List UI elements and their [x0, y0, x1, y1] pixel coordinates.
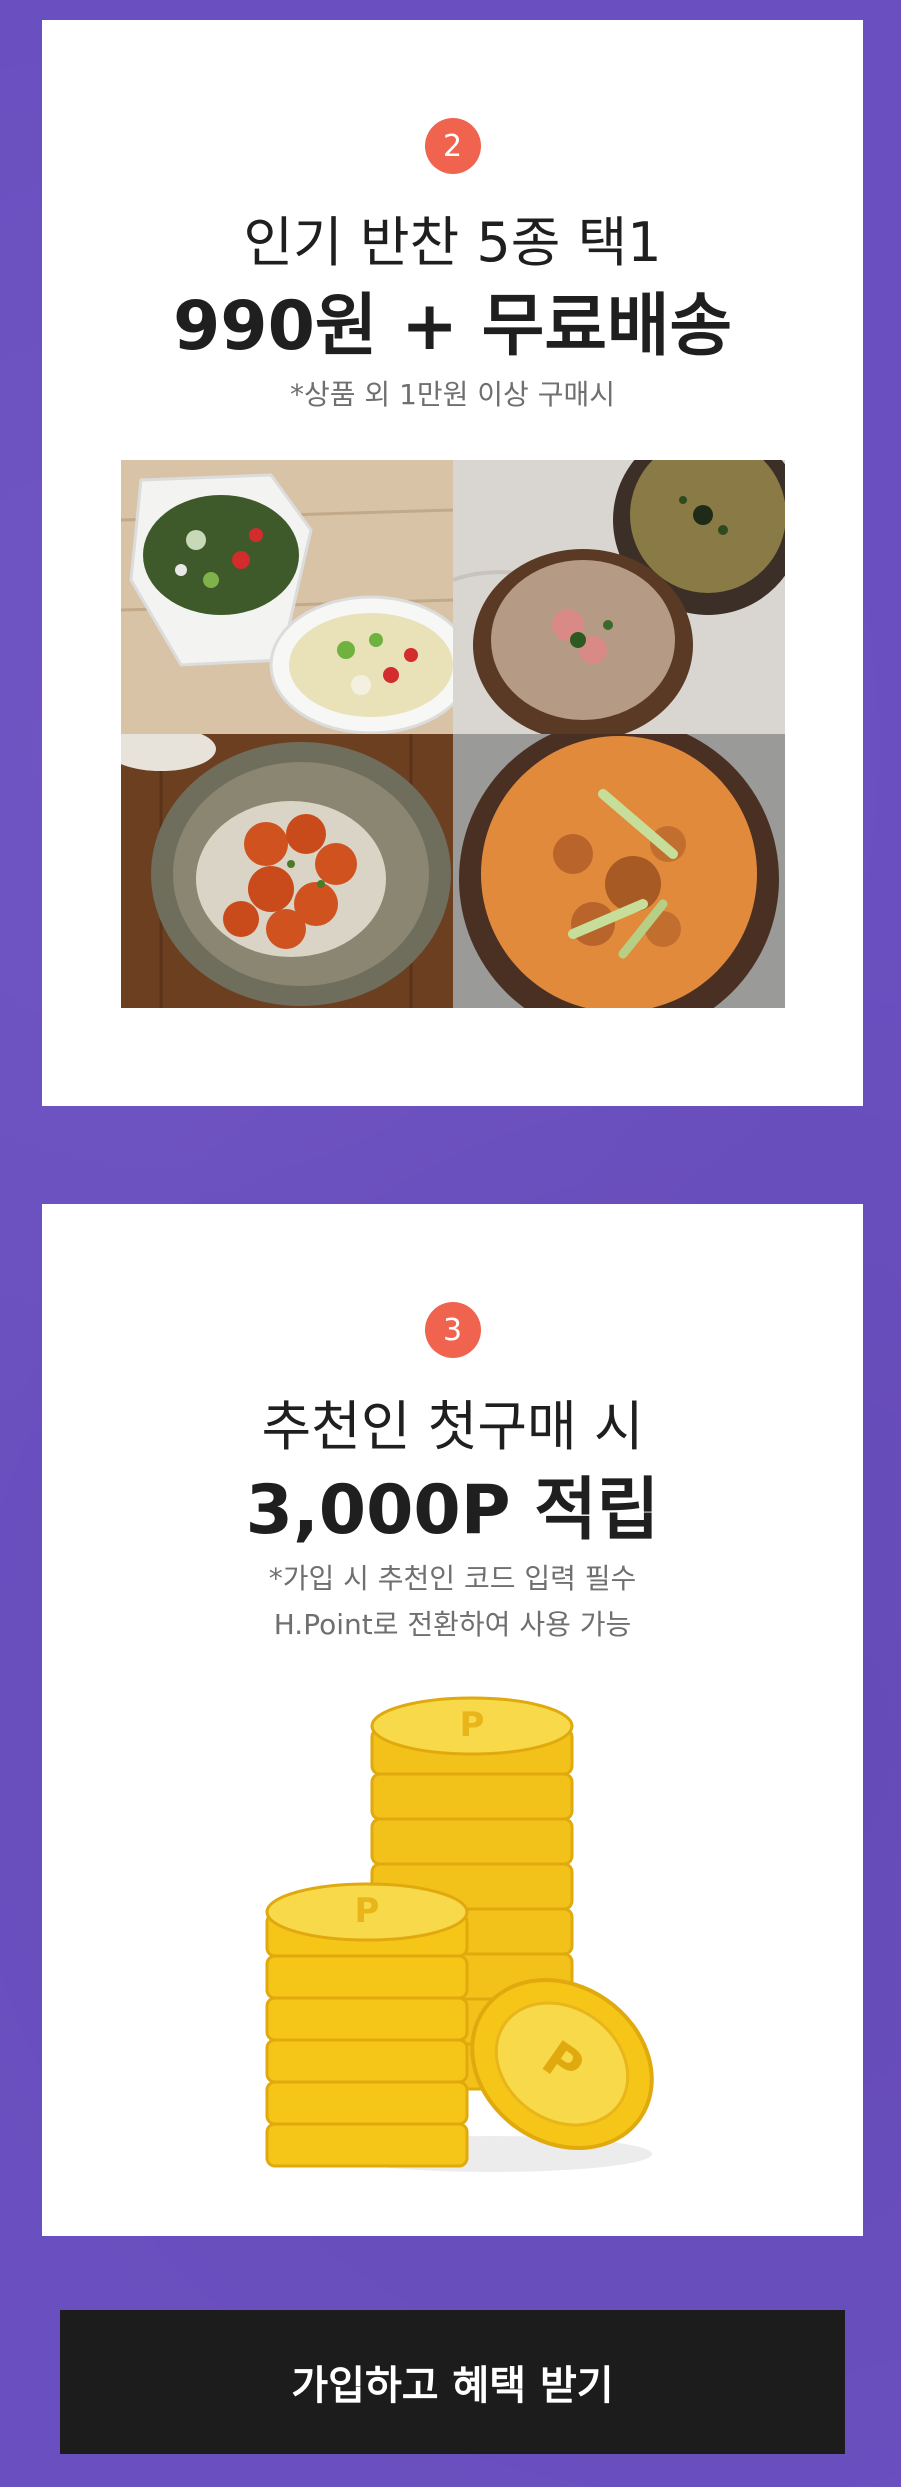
benefit-number-badge: 2 [424, 118, 481, 174]
svg-text:P: P [460, 1705, 485, 1745]
benefit-note-2: H.Point로 전환하여 사용 가능 [273, 1608, 632, 1641]
chili-shrimp-image [121, 734, 453, 1008]
soup-image [121, 460, 453, 734]
benefit-note-1: *가입 시 추천인 코드 입력 필수 [268, 1562, 637, 1595]
benefit-card-3: 3 추천인 첫구매 시 3,000P 적립 *가입 시 추천인 코드 입력 필수… [42, 1204, 863, 2236]
fried-rice-image [453, 460, 785, 734]
pork-stew-image [453, 734, 785, 1008]
food-image-grid [121, 460, 785, 1008]
benefit-title: 추천인 첫구매 시 [261, 1395, 644, 1458]
benefit-number-badge: 3 [424, 1302, 481, 1358]
svg-text:P: P [355, 1891, 380, 1931]
point-coins-image: P P P [262, 1684, 682, 2184]
benefit-note: *상품 외 1만원 이상 구매시 [289, 378, 616, 411]
benefit-headline: 990원 + 무료배송 [172, 287, 733, 366]
signup-benefit-button[interactable]: 가입하고 혜택 받기 [60, 2310, 845, 2454]
benefit-card-2: 2 인기 반찬 5종 택1 990원 + 무료배송 *상품 외 1만원 이상 구… [42, 20, 863, 1106]
benefit-title: 인기 반찬 5종 택1 [243, 211, 662, 274]
benefit-headline: 3,000P 적립 [245, 1471, 660, 1550]
